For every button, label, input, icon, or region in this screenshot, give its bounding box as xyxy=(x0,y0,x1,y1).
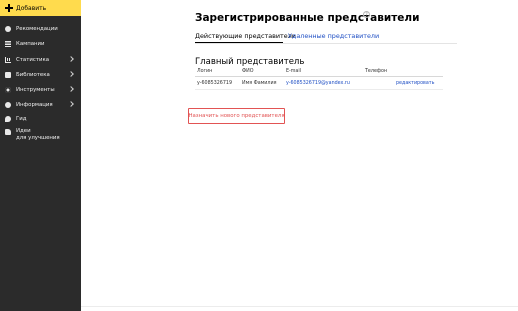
main-content: Зарегистрированные представители ? Дейст… xyxy=(81,0,518,311)
sidebar-item-label: Информация xyxy=(16,101,53,108)
tools-icon xyxy=(5,86,11,93)
sidebar-item-label-line2: для улучшения xyxy=(16,135,60,141)
add-button-label: Добавить xyxy=(16,4,47,12)
sidebar-item-label: Инструменты xyxy=(16,86,55,93)
sidebar-item-label: Кампании xyxy=(16,40,45,47)
plus-icon xyxy=(5,4,13,12)
add-button[interactable]: Добавить xyxy=(0,0,81,16)
chevron-right-icon xyxy=(68,86,74,92)
column-header-login: Логин xyxy=(197,69,213,74)
library-icon xyxy=(5,71,11,78)
sidebar-item-label: Статистика xyxy=(16,56,50,63)
guide-icon xyxy=(5,115,11,122)
help-icon[interactable]: ? xyxy=(363,11,370,18)
bulb-icon xyxy=(5,25,11,32)
sidebar-item-label: Идеи для улучшения xyxy=(16,128,60,142)
sidebar-item-library[interactable]: Библиотека xyxy=(0,69,81,80)
page-title: Зарегистрированные представители xyxy=(195,12,420,24)
tab-active-representatives[interactable]: Действующие представители xyxy=(195,32,296,40)
cell-fio: Имя Фамилия xyxy=(242,81,277,86)
column-header-fio: ФИО xyxy=(242,69,254,74)
sidebar-item-label: Рекомендации xyxy=(16,25,58,32)
sidebar-item-recommendations[interactable]: Рекомендации xyxy=(0,23,81,34)
like-icon xyxy=(5,129,11,135)
sidebar-item-tools[interactable]: Инструменты xyxy=(0,84,81,95)
edit-link[interactable]: редактировать xyxy=(396,81,434,86)
chevron-right-icon xyxy=(68,56,74,62)
sidebar-item-label: Библиотека xyxy=(16,71,50,78)
sidebar-item-info[interactable]: Информация xyxy=(0,99,81,110)
tabs-divider xyxy=(195,43,457,44)
list-icon xyxy=(5,40,11,47)
sidebar-item-guide[interactable]: Гид xyxy=(0,113,81,124)
info-icon xyxy=(5,101,11,108)
chevron-right-icon xyxy=(68,101,74,107)
chevron-right-icon xyxy=(68,71,74,77)
table-row-divider xyxy=(195,89,443,90)
sidebar-item-campaigns[interactable]: Кампании xyxy=(0,38,81,49)
column-header-phone: Телефон xyxy=(365,69,388,74)
cell-login: y-6085326719 xyxy=(197,81,233,86)
section-title: Главный представитель xyxy=(195,57,305,67)
sidebar-item-label: Гид xyxy=(16,115,27,122)
assign-new-representative-button[interactable]: Назначить нового представителя xyxy=(188,108,285,124)
sidebar-item-ideas[interactable]: Идеи для улучшения xyxy=(0,128,81,144)
tab-deleted-representatives[interactable]: Удаленные представители xyxy=(288,32,379,40)
sidebar-item-statistics[interactable]: Статистика xyxy=(0,54,81,65)
column-header-email: E-mail xyxy=(286,69,302,74)
table-header-divider xyxy=(195,76,443,77)
cell-email-link[interactable]: y-6085326719@yandex.ru xyxy=(286,81,350,86)
chart-icon xyxy=(5,56,11,63)
sidebar: Добавить Рекомендации Кампании Статистик… xyxy=(0,0,81,311)
footer-divider xyxy=(81,306,518,307)
app: Добавить Рекомендации Кампании Статистик… xyxy=(0,0,518,311)
sidebar-item-label-line1: Идеи xyxy=(16,128,31,134)
